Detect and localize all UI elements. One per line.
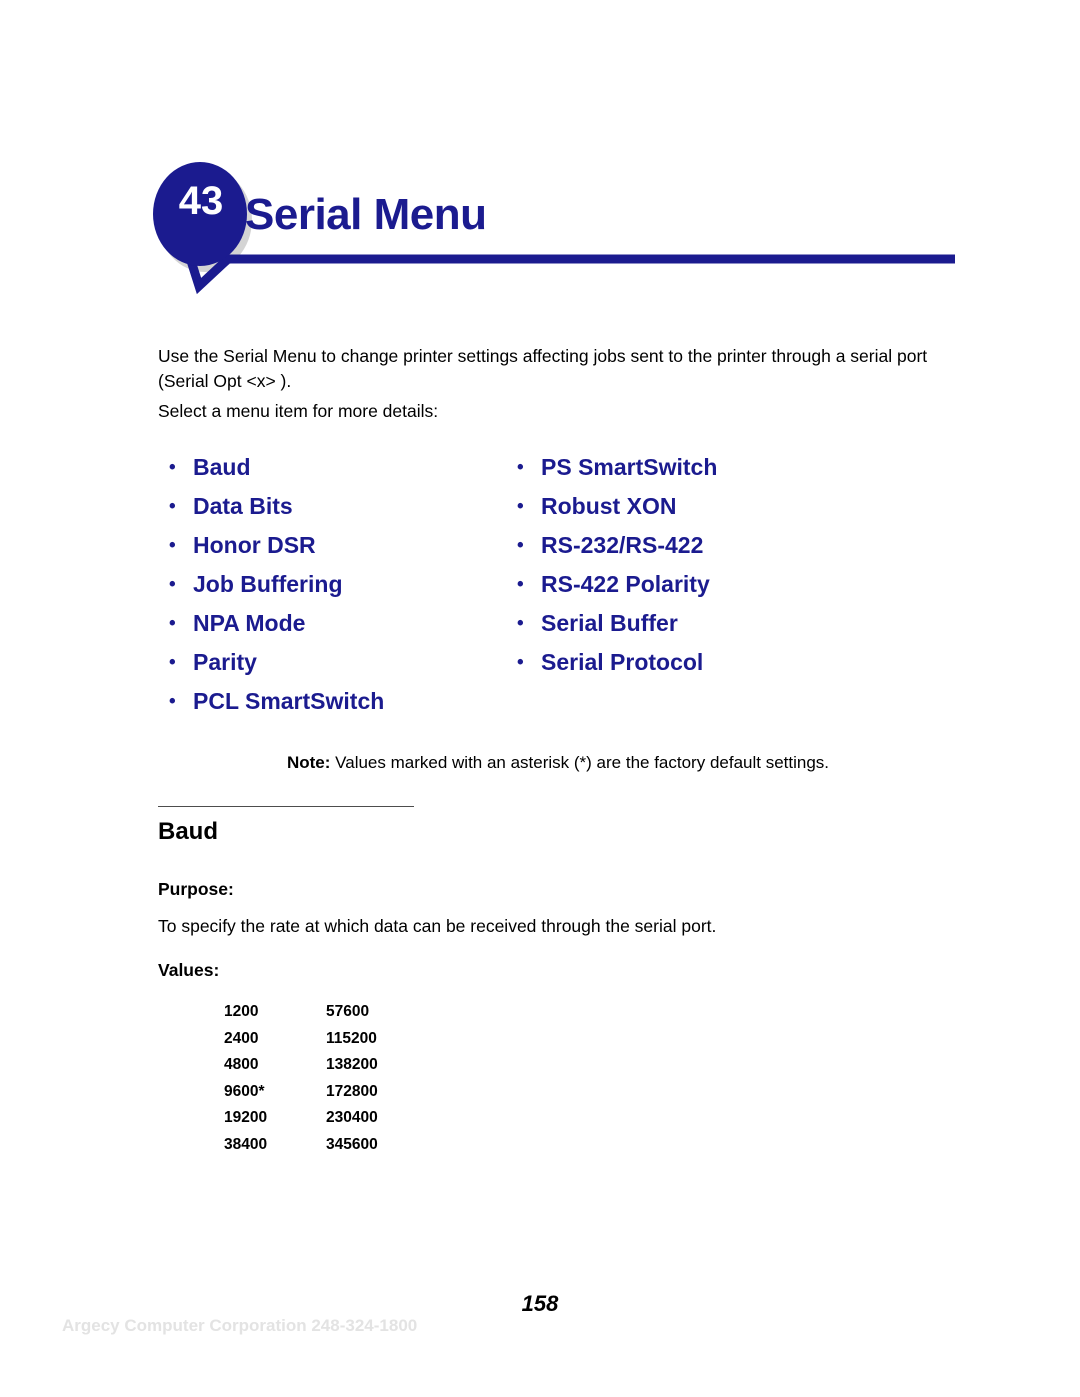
baud-value: 345600 bbox=[326, 1135, 378, 1153]
menu-link-label: Serial Protocol bbox=[541, 649, 704, 675]
menu-link-rs232-rs422[interactable]: • RS-232/RS-422 bbox=[506, 526, 906, 565]
bullet-icon: • bbox=[169, 535, 176, 556]
bullet-icon: • bbox=[517, 613, 524, 634]
banner-pointer-line bbox=[181, 243, 955, 295]
purpose-label: Purpose: bbox=[158, 879, 234, 899]
menu-link-ps-smartswitch[interactable]: • PS SmartSwitch bbox=[506, 448, 906, 487]
baud-value: 4800 bbox=[224, 1056, 259, 1073]
menu-link-column-right: • PS SmartSwitch • Robust XON • RS-232/R… bbox=[506, 448, 906, 682]
table-row: 38400 345600 bbox=[224, 1132, 446, 1159]
baud-value: 115200 bbox=[326, 1029, 377, 1047]
bullet-icon: • bbox=[169, 613, 176, 634]
menu-link-pcl-smartswitch[interactable]: • PCL SmartSwitch bbox=[158, 682, 518, 721]
bullet-icon: • bbox=[169, 652, 176, 673]
bullet-icon: • bbox=[517, 457, 524, 478]
menu-link-serial-buffer[interactable]: • Serial Buffer bbox=[506, 604, 906, 643]
menu-link-label: NPA Mode bbox=[193, 610, 306, 636]
bullet-icon: • bbox=[517, 652, 524, 673]
page-header: 43 Serial Menu bbox=[0, 0, 1080, 310]
menu-link-rs422-polarity[interactable]: • RS-422 Polarity bbox=[506, 565, 906, 604]
note-label: Note: bbox=[286, 753, 331, 772]
menu-link-column-left: • Baud • Data Bits • Honor DSR • Job Buf… bbox=[158, 448, 518, 721]
menu-link-baud[interactable]: • Baud bbox=[158, 448, 518, 487]
table-row: 19200 230400 bbox=[224, 1105, 446, 1132]
bullet-icon: • bbox=[517, 496, 524, 517]
menu-link-label: RS-232/RS-422 bbox=[541, 532, 704, 558]
menu-link-label: Serial Buffer bbox=[541, 610, 678, 636]
bullet-icon: • bbox=[169, 496, 176, 517]
bullet-icon: • bbox=[517, 535, 524, 556]
menu-link-label: Baud bbox=[193, 454, 251, 480]
menu-link-label: Data Bits bbox=[193, 493, 293, 519]
section-heading-baud: Baud bbox=[158, 818, 218, 845]
menu-link-serial-protocol[interactable]: • Serial Protocol bbox=[506, 643, 906, 682]
menu-link-parity[interactable]: • Parity bbox=[158, 643, 518, 682]
menu-link-label: RS-422 Polarity bbox=[541, 571, 710, 597]
values-label: Values: bbox=[158, 960, 220, 980]
table-row: 2400 115200 bbox=[224, 1026, 446, 1053]
footer-watermark: Argecy Computer Corporation 248-324-1800 bbox=[62, 1316, 418, 1335]
note-text: Values marked with an asterisk (*) are t… bbox=[330, 753, 830, 772]
chapter-number: 43 bbox=[178, 179, 224, 223]
menu-link-label: Honor DSR bbox=[193, 532, 316, 558]
menu-link-data-bits[interactable]: • Data Bits bbox=[158, 487, 518, 526]
table-row: 4800 138200 bbox=[224, 1052, 446, 1079]
menu-link-label: Job Buffering bbox=[193, 571, 343, 597]
menu-link-label: PS SmartSwitch bbox=[541, 454, 718, 480]
menu-link-label: Parity bbox=[193, 649, 257, 675]
page-title: Serial Menu bbox=[245, 190, 487, 239]
table-row: 1200 57600 bbox=[224, 999, 446, 1026]
baud-value: 138200 bbox=[326, 1056, 378, 1073]
bullet-icon: • bbox=[169, 691, 176, 712]
section-divider bbox=[158, 806, 414, 807]
factory-default-note: Note: Values marked with an asterisk (*)… bbox=[158, 751, 958, 775]
purpose-description: To specify the rate at which data can be… bbox=[158, 916, 717, 936]
baud-value: 57600 bbox=[326, 1003, 370, 1020]
menu-link-job-buffering[interactable]: • Job Buffering bbox=[158, 565, 518, 604]
header-banner-graphic bbox=[153, 162, 955, 295]
bullet-icon: • bbox=[517, 574, 524, 595]
baud-value: 172800 bbox=[326, 1082, 378, 1100]
table-row: 9600* 172800 bbox=[224, 1079, 446, 1106]
menu-link-label: PCL SmartSwitch bbox=[193, 688, 385, 714]
menu-link-honor-dsr[interactable]: • Honor DSR bbox=[158, 526, 518, 565]
baud-values-table: 1200 57600 2400 115200 4800 138200 9600*… bbox=[224, 999, 446, 1158]
select-menu-item-prompt: Select a menu item for more details: bbox=[158, 401, 439, 421]
menu-link-label: Robust XON bbox=[541, 493, 677, 519]
page-number: 158 bbox=[521, 1291, 559, 1316]
baud-value: 19200 bbox=[224, 1109, 268, 1126]
menu-link-npa-mode[interactable]: • NPA Mode bbox=[158, 604, 518, 643]
baud-value: 2400 bbox=[224, 1029, 259, 1047]
baud-value: 38400 bbox=[224, 1135, 268, 1153]
menu-link-robust-xon[interactable]: • Robust XON bbox=[506, 487, 906, 526]
baud-value: 1200 bbox=[224, 1003, 259, 1020]
intro-paragraph: Use the Serial Menu to change printer se… bbox=[158, 346, 928, 391]
baud-value-default: 9600* bbox=[224, 1082, 265, 1100]
bullet-icon: • bbox=[169, 457, 176, 478]
baud-value: 230400 bbox=[326, 1109, 378, 1126]
bullet-icon: • bbox=[169, 574, 176, 595]
